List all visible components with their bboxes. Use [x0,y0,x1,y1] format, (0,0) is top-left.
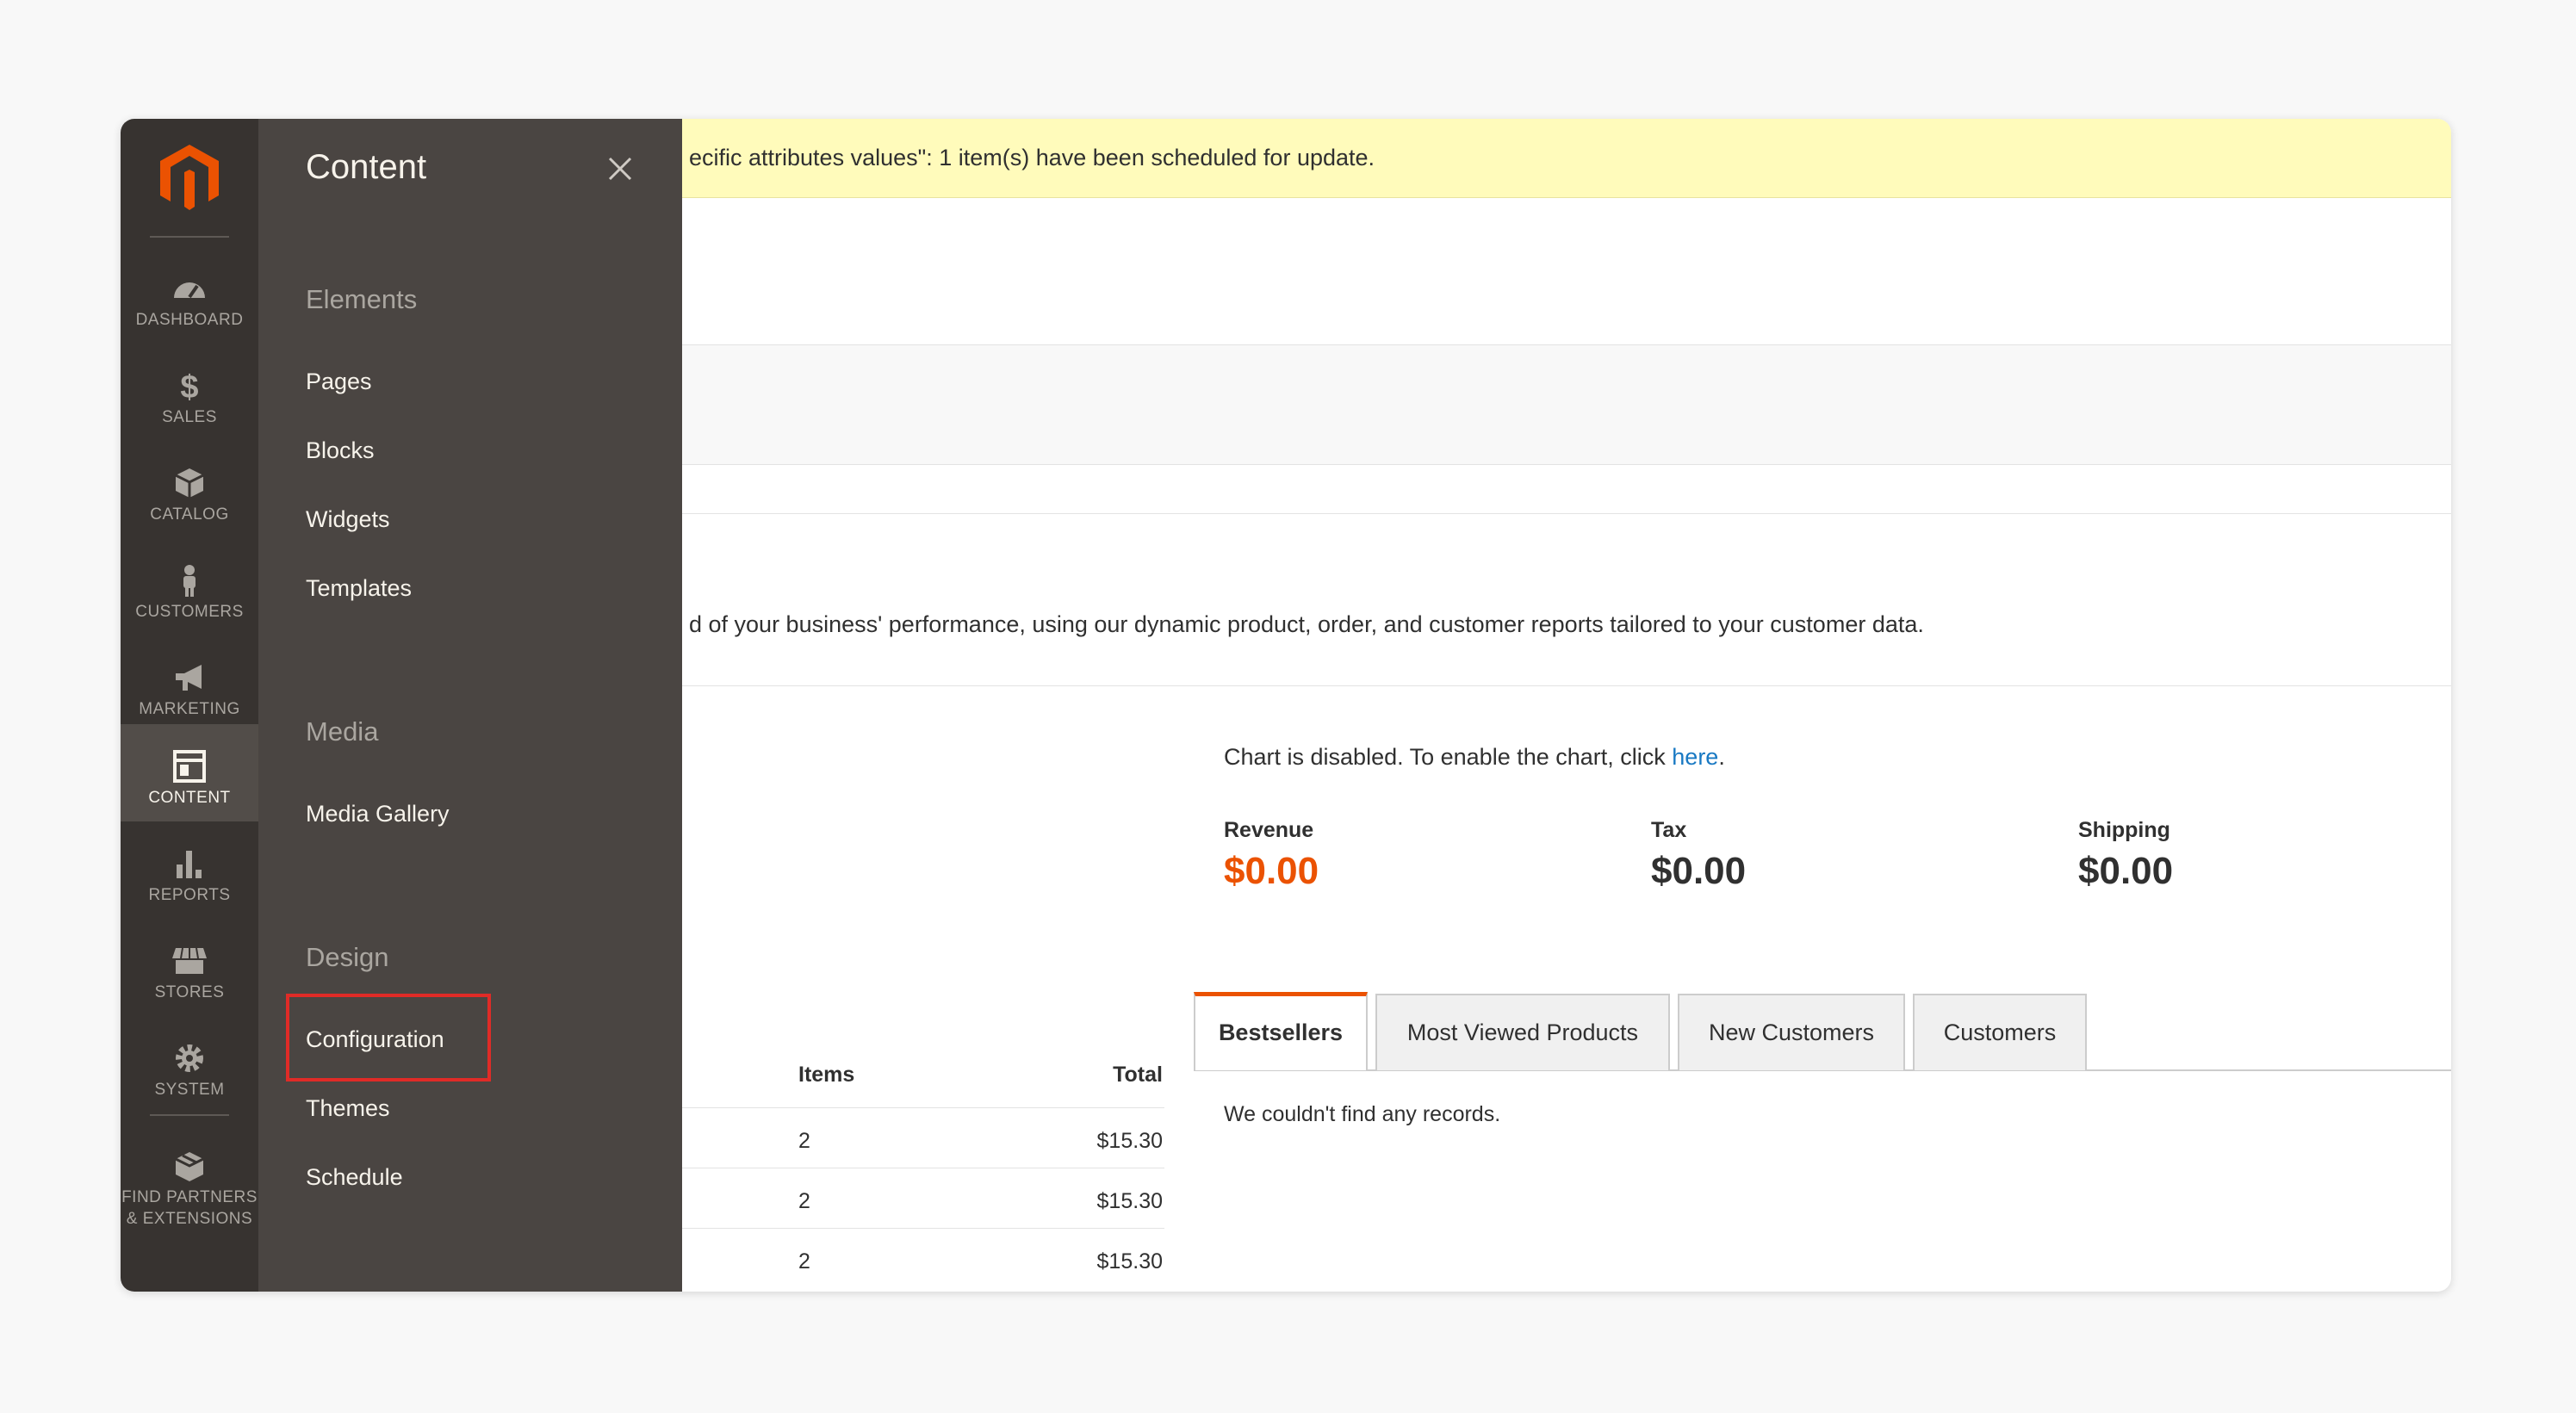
cube-icon [172,467,207,499]
dashboard-icon [172,272,207,305]
tab-bestsellers[interactable]: Bestsellers [1194,992,1368,1070]
tab-new-customers[interactable]: New Customers [1678,994,1905,1070]
shipping-total: Shipping $0.00 [2078,818,2173,893]
section-elements: Elements [306,284,418,314]
sidebar-item-marketing[interactable]: Marketing [121,635,258,733]
sidebar-item-customers[interactable]: Customers [121,538,258,635]
system-message-text: ecific attributes values": 1 item(s) hav… [689,145,1375,170]
tax-label: Tax [1651,818,1687,842]
rail-divider [150,236,229,238]
megaphone-icon [172,661,207,694]
sidebar-item-label: Customers [135,603,244,621]
layout-icon [172,750,207,783]
menu-item-templates[interactable]: Templates [306,575,412,602]
bar-chart-icon [172,847,207,880]
cell-items: 2 [798,1189,810,1213]
sidebar-item-system[interactable]: System [121,1016,258,1113]
close-icon[interactable] [603,152,637,186]
menu-item-configuration[interactable]: Configuration [306,1026,444,1053]
sidebar-item-label: Find Partners [121,1188,258,1206]
rail-divider [150,1114,229,1116]
revenue-label: Revenue [1224,818,1314,842]
dollar-icon: $ [172,369,207,406]
tab-most-viewed-products[interactable]: Most Viewed Products [1375,994,1670,1070]
sidebar-item-label: Reports [148,886,231,904]
sidebar-item-label: Marketing [139,700,240,718]
chart-disabled-message: Chart is disabled. To enable the chart, … [1224,744,1725,771]
revenue-total: Revenue $0.00 [1224,818,1319,893]
flyout-title: Content [306,148,427,186]
cell-items: 2 [798,1249,810,1274]
sidebar-item-dashboard[interactable]: Dashboard [121,246,258,344]
tax-value: $0.00 [1651,850,1747,892]
divider [682,513,2451,514]
sidebar-item-label: Dashboard [135,311,244,329]
page-actions-band [682,344,2451,465]
sidebar-item-stores[interactable]: Stores [121,919,258,1016]
chart-disabled-text: Chart is disabled. To enable the chart, … [1224,744,1673,770]
shipping-value: $0.00 [2078,850,2174,892]
package-icon [172,1150,207,1183]
table-row[interactable]: 2 $15.30 [682,1228,1164,1288]
menu-item-pages[interactable]: Pages [306,369,372,395]
sidebar-item-catalog[interactable]: Catalog [121,441,258,538]
revenue-value: $0.00 [1224,850,1319,892]
menu-item-widgets[interactable]: Widgets [306,506,390,533]
system-message: ecific attributes values": 1 item(s) hav… [682,119,2451,198]
storefront-icon [172,945,207,977]
menu-item-schedule[interactable]: Schedule [306,1164,403,1191]
chart-disabled-suffix: . [1718,744,1725,770]
cell-total: $15.30 [1096,1129,1163,1153]
sidebar-item-sales[interactable]: $ Sales [121,344,258,441]
shipping-label: Shipping [2078,818,2170,842]
section-design: Design [306,942,389,972]
person-icon [172,564,207,597]
tax-total: Tax $0.00 [1651,818,1746,893]
sidebar-item-label: System [154,1081,225,1099]
sidebar-item-label: Catalog [150,505,229,524]
cell-total: $15.30 [1096,1249,1163,1274]
sidebar-item-find-partners[interactable]: Find Partners & Extensions [121,1133,258,1228]
tab-customers[interactable]: Customers [1913,994,2087,1070]
sidebar-item-content[interactable]: Content [121,724,258,821]
sidebar-item-label: Sales [162,408,217,426]
sidebar-item-label: Content [148,789,231,807]
column-header-total: Total [1113,1063,1163,1087]
cell-total: $15.30 [1096,1189,1163,1213]
table-row[interactable]: 2 $15.30 [682,1168,1164,1228]
svg-text:$: $ [180,369,198,402]
table-row[interactable]: 2 $15.30 [682,1107,1164,1168]
magento-logo[interactable] [158,143,220,214]
sidebar-item-label: & Extensions [126,1210,253,1228]
column-header-items: Items [798,1063,855,1087]
menu-item-media-gallery[interactable]: Media Gallery [306,801,450,827]
cell-items: 2 [798,1129,810,1153]
empty-records-message: We couldn't find any records. [1224,1102,1501,1126]
menu-item-themes[interactable]: Themes [306,1095,390,1122]
gear-icon [172,1042,207,1075]
sidebar-item-label: Stores [154,983,225,1001]
advanced-reporting-intro: d of your business' performance, using o… [689,611,1924,637]
content-flyout-menu: Content Elements Pages Blocks Widgets Te… [258,119,682,1292]
menu-item-blocks[interactable]: Blocks [306,437,375,464]
enable-chart-link[interactable]: here [1672,744,1718,770]
divider [682,685,2451,686]
section-media: Media [306,716,379,747]
admin-sidebar: Dashboard $ Sales Catalog Customers Mark… [121,119,258,1292]
sidebar-item-reports[interactable]: Reports [121,821,258,919]
admin-window: Dashboard $ Sales Catalog Customers Mark… [121,119,2451,1292]
